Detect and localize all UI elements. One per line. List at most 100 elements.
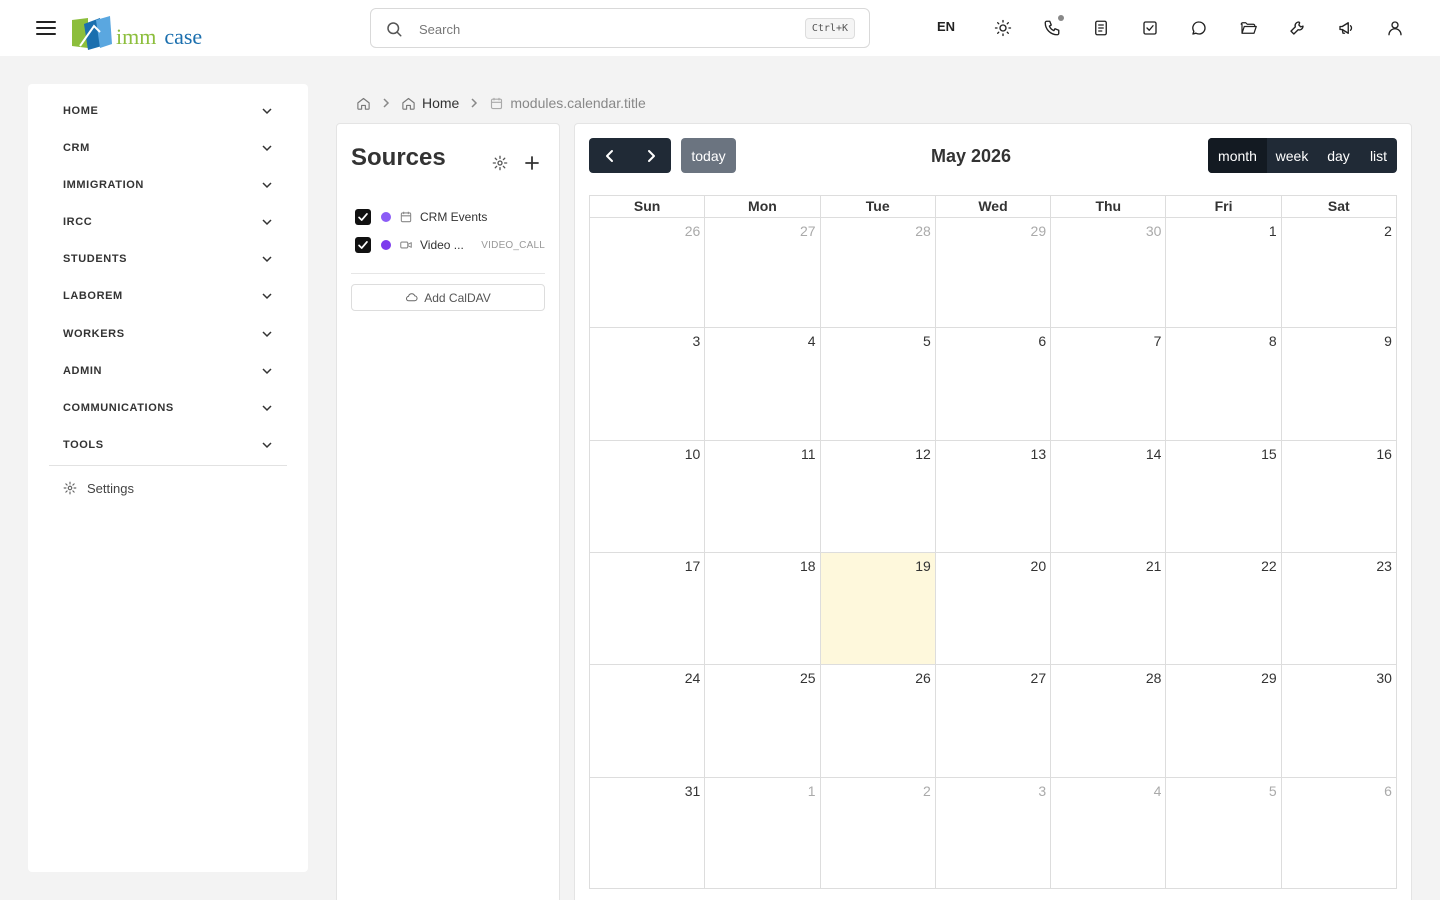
day-number[interactable]: 1 [808,783,816,799]
day-cell[interactable]: 10 [590,441,706,553]
sidebar-item-students[interactable]: STUDENTS [49,240,287,277]
day-cell[interactable]: 5 [1166,778,1282,889]
day-cell[interactable]: 1 [1166,218,1282,328]
day-cell[interactable]: 13 [935,441,1052,553]
day-cell[interactable]: 27 [935,665,1052,778]
view-week-button[interactable]: week [1267,138,1317,173]
day-number[interactable]: 2 [923,783,931,799]
day-cell[interactable]: 1 [705,778,821,889]
sidebar-item-settings[interactable]: Settings [49,473,287,503]
day-number[interactable]: 3 [1038,783,1046,799]
day-number[interactable]: 5 [1269,783,1277,799]
day-cell[interactable]: 12 [820,441,936,553]
sidebar-item-tools[interactable]: TOOLS [49,426,287,463]
day-number[interactable]: 10 [685,446,701,462]
day-cell[interactable]: 8 [1166,328,1282,441]
day-cell[interactable]: 24 [590,665,706,778]
day-number[interactable]: 27 [1031,670,1047,686]
next-month-button[interactable] [630,138,671,173]
search-input[interactable] [419,18,789,40]
day-cell[interactable]: 14 [1051,441,1167,553]
checkbox-icon[interactable] [1138,16,1162,40]
phone-icon[interactable] [1040,15,1064,40]
day-cell[interactable]: 27 [705,218,821,328]
day-number[interactable]: 14 [1146,446,1162,462]
day-number[interactable]: 21 [1146,558,1162,574]
day-cell[interactable]: 7 [1051,328,1167,441]
day-cell[interactable]: 31 [590,778,706,889]
day-cell[interactable]: 5 [820,328,936,441]
day-cell[interactable]: 3 [590,328,706,441]
day-cell[interactable]: 4 [705,328,821,441]
day-number[interactable]: 27 [800,223,816,239]
day-cell[interactable]: 3 [935,778,1052,889]
day-number[interactable]: 15 [1261,446,1277,462]
day-number[interactable]: 4 [1154,783,1162,799]
day-cell[interactable]: 26 [590,218,706,328]
day-cell[interactable]: 15 [1166,441,1282,553]
day-cell[interactable]: 29 [935,218,1052,328]
day-number[interactable]: 1 [1269,223,1277,239]
day-cell[interactable]: 23 [1281,553,1397,665]
day-number[interactable]: 16 [1376,446,1392,462]
day-number[interactable]: 7 [1154,333,1162,349]
day-cell-today[interactable]: 19 [820,553,936,665]
day-number[interactable]: 29 [1261,670,1277,686]
wrench-icon[interactable] [1285,16,1309,40]
menu-icon[interactable] [34,16,58,40]
day-number[interactable]: 31 [685,783,701,799]
day-number[interactable]: 26 [685,223,701,239]
view-day-button[interactable]: day [1317,138,1360,173]
day-cell[interactable]: 17 [590,553,706,665]
sidebar-item-home[interactable]: HOME [49,92,287,129]
day-cell[interactable]: 26 [820,665,936,778]
day-number[interactable]: 26 [915,670,931,686]
search-box[interactable]: Ctrl+K [370,8,870,48]
day-number[interactable]: 22 [1261,558,1277,574]
sidebar-item-communications[interactable]: COMMUNICATIONS [49,389,287,426]
day-number[interactable]: 20 [1031,558,1047,574]
day-number[interactable]: 25 [800,670,816,686]
day-number[interactable]: 28 [1146,670,1162,686]
day-cell[interactable]: 30 [1051,218,1167,328]
view-list-button[interactable]: list [1360,138,1397,173]
day-number[interactable]: 17 [685,558,701,574]
day-cell[interactable]: 25 [705,665,821,778]
sidebar-item-workers[interactable]: WORKERS [49,315,287,352]
day-number[interactable]: 11 [801,446,816,462]
source-checkbox[interactable] [355,209,371,225]
user-icon[interactable] [1383,16,1407,40]
day-number[interactable]: 18 [800,558,816,574]
day-cell[interactable]: 29 [1166,665,1282,778]
view-month-button[interactable]: month [1208,138,1267,173]
sidebar-item-crm[interactable]: CRM [49,129,287,166]
source-checkbox[interactable] [355,237,371,253]
day-number[interactable]: 23 [1376,558,1392,574]
day-number[interactable]: 30 [1146,223,1162,239]
prev-month-button[interactable] [589,138,630,173]
day-cell[interactable]: 30 [1281,665,1397,778]
day-cell[interactable]: 2 [1281,218,1397,328]
day-number[interactable]: 19 [915,558,931,574]
day-number[interactable]: 6 [1384,783,1392,799]
megaphone-icon[interactable] [1334,16,1358,40]
sidebar-item-immigration[interactable]: IMMIGRATION [49,166,287,203]
day-cell[interactable]: 2 [820,778,936,889]
day-cell[interactable]: 9 [1281,328,1397,441]
day-number[interactable]: 2 [1384,223,1392,239]
day-number[interactable]: 9 [1384,333,1392,349]
day-cell[interactable]: 16 [1281,441,1397,553]
chat-icon[interactable] [1187,16,1211,40]
day-number[interactable]: 24 [685,670,701,686]
home-icon[interactable] [356,96,371,111]
gear-icon[interactable] [492,155,508,171]
sidebar-item-laborem[interactable]: LABOREM [49,277,287,314]
language-selector[interactable]: EN [937,19,955,34]
day-cell[interactable]: 22 [1166,553,1282,665]
sidebar-item-ircc[interactable]: IRCC [49,203,287,240]
day-cell[interactable]: 21 [1051,553,1167,665]
day-number[interactable]: 4 [808,333,816,349]
day-number[interactable]: 13 [1031,446,1047,462]
today-button[interactable]: today [681,138,736,173]
folder-icon[interactable] [1236,16,1260,40]
